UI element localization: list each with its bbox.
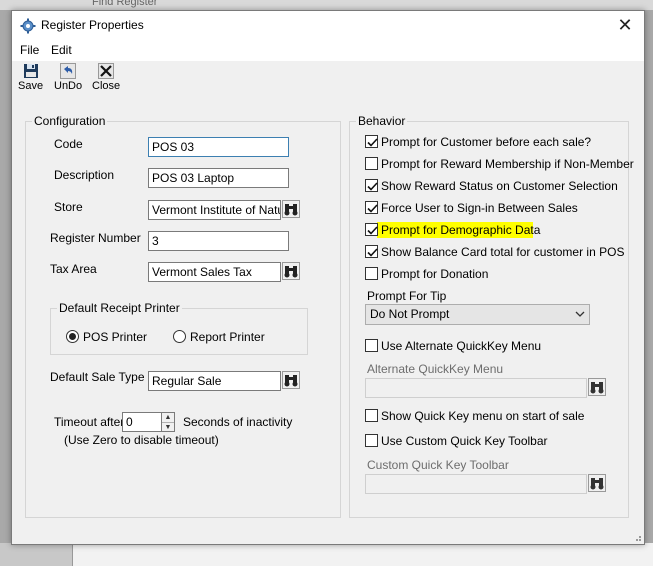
alt-quickkey-lookup-binoculars-icon[interactable] bbox=[588, 378, 606, 396]
menu-file[interactable]: File bbox=[17, 43, 42, 57]
use-alt-quickkey-checkbox[interactable] bbox=[365, 339, 378, 352]
use-alt-quickkey-label: Use Alternate QuickKey Menu bbox=[381, 339, 542, 353]
title-bar[interactable]: Register Properties ✕ bbox=[12, 11, 644, 41]
store-lookup-binoculars-icon[interactable] bbox=[282, 200, 300, 218]
undo-label: UnDo bbox=[54, 80, 83, 92]
use-custom-quickkey-label: Use Custom Quick Key Toolbar bbox=[381, 434, 548, 448]
checkmark-icon bbox=[367, 204, 378, 213]
resize-grip-icon[interactable] bbox=[632, 532, 642, 542]
background-window-title: Find Register bbox=[92, 0, 158, 8]
behavior-group-label: Behavior bbox=[356, 114, 408, 128]
behavior-checkbox-label-5: Show Balance Card total for customer in … bbox=[381, 245, 625, 259]
alt-quickkey-menu-input[interactable] bbox=[365, 378, 587, 398]
behavior-checkbox-1[interactable] bbox=[365, 157, 378, 170]
register-number-input[interactable]: 3 bbox=[148, 231, 289, 251]
store-label: Store bbox=[54, 200, 83, 214]
receipt-printer-group-label: Default Receipt Printer bbox=[57, 301, 182, 315]
behavior-checkbox-6[interactable] bbox=[365, 267, 378, 280]
close-x-icon bbox=[98, 63, 115, 79]
behavior-checkbox-label-6: Prompt for Donation bbox=[381, 267, 489, 281]
custom-quickkey-toolbar-input[interactable] bbox=[365, 474, 587, 494]
behavior-checkbox-label-3: Force User to Sign-in Between Sales bbox=[381, 201, 578, 215]
prompt-for-tip-value: Do Not Prompt bbox=[370, 307, 450, 321]
background-window-strip: Find Register bbox=[0, 0, 653, 10]
checkmark-icon bbox=[367, 182, 378, 191]
register-properties-dialog: Register Properties ✕ File Edit Save UnD… bbox=[11, 10, 645, 545]
code-input[interactable]: POS 03 bbox=[148, 137, 289, 157]
prompt-for-tip-dropdown[interactable]: Do Not Prompt bbox=[365, 304, 590, 325]
background-window-bottom bbox=[0, 543, 653, 566]
background-window-panel bbox=[72, 543, 653, 566]
use-custom-quickkey-checkbox[interactable] bbox=[365, 434, 378, 447]
timeout-spinner[interactable]: ▲ ▼ bbox=[162, 412, 175, 432]
behavior-checkbox-label-1: Prompt for Reward Membership if Non-Memb… bbox=[381, 157, 634, 171]
undo-arrow-icon bbox=[60, 63, 77, 79]
register-number-label: Register Number bbox=[50, 231, 141, 245]
report-printer-radio[interactable] bbox=[173, 330, 186, 343]
tax-area-input[interactable]: Vermont Sales Tax bbox=[148, 262, 281, 282]
behavior-checkbox-2[interactable] bbox=[365, 179, 378, 192]
checkmark-icon bbox=[367, 138, 378, 147]
store-input[interactable]: Vermont Institute of Natural bbox=[148, 200, 281, 220]
report-printer-label: Report Printer bbox=[190, 330, 265, 344]
show-quickkey-on-start-label: Show Quick Key menu on start of sale bbox=[381, 409, 585, 423]
close-label: Close bbox=[92, 80, 121, 92]
behavior-checkbox-label-4: Prompt for Demographic Data bbox=[381, 223, 541, 237]
custom-quickkey-lookup-binoculars-icon[interactable] bbox=[588, 474, 606, 492]
save-disk-icon bbox=[23, 64, 38, 78]
menu-bar: File Edit bbox=[12, 41, 644, 61]
behavior-checkbox-4[interactable] bbox=[365, 223, 378, 236]
timeout-label: Timeout after bbox=[54, 415, 125, 429]
description-input[interactable]: POS 03 Laptop bbox=[148, 168, 289, 188]
configuration-group-label: Configuration bbox=[32, 114, 108, 128]
checkmark-icon bbox=[367, 226, 378, 235]
app-gear-icon bbox=[20, 18, 36, 34]
menu-edit[interactable]: Edit bbox=[48, 43, 75, 57]
save-button[interactable]: Save bbox=[18, 63, 43, 92]
timeout-seconds-label: Seconds of inactivity bbox=[183, 415, 293, 429]
save-label: Save bbox=[18, 80, 44, 92]
undo-button[interactable]: UnDo bbox=[54, 63, 82, 92]
prompt-for-tip-label: Prompt For Tip bbox=[367, 289, 447, 303]
behavior-checkbox-5[interactable] bbox=[365, 245, 378, 258]
chevron-down-icon bbox=[575, 311, 585, 317]
window-close-button[interactable]: ✕ bbox=[612, 13, 638, 37]
timeout-hint: (Use Zero to disable timeout) bbox=[64, 433, 219, 447]
checkmark-icon bbox=[367, 248, 378, 257]
dialog-title: Register Properties bbox=[41, 18, 144, 32]
close-button[interactable]: Close bbox=[92, 63, 120, 92]
pos-printer-radio[interactable] bbox=[66, 330, 79, 343]
behavior-checkbox-label-0: Prompt for Customer before each sale? bbox=[381, 135, 592, 149]
description-label: Description bbox=[54, 168, 115, 182]
sale-type-lookup-binoculars-icon[interactable] bbox=[282, 371, 300, 389]
spin-up-arrow-icon[interactable]: ▲ bbox=[162, 413, 174, 422]
behavior-checkbox-3[interactable] bbox=[365, 201, 378, 214]
behavior-checkbox-0[interactable] bbox=[365, 135, 378, 148]
pos-printer-label: POS Printer bbox=[83, 330, 148, 344]
spin-down-arrow-icon[interactable]: ▼ bbox=[162, 422, 174, 431]
default-sale-type-label: Default Sale Type bbox=[50, 370, 145, 384]
show-quickkey-on-start-checkbox[interactable] bbox=[365, 409, 378, 422]
code-label: Code bbox=[54, 137, 83, 151]
tax-area-lookup-binoculars-icon[interactable] bbox=[282, 262, 300, 280]
alt-quickkey-menu-label: Alternate QuickKey Menu bbox=[367, 362, 504, 376]
custom-quickkey-toolbar-label: Custom Quick Key Toolbar bbox=[367, 458, 509, 472]
tax-area-label: Tax Area bbox=[50, 262, 97, 276]
timeout-input[interactable]: 0 bbox=[122, 412, 162, 432]
default-sale-type-input[interactable]: Regular Sale bbox=[148, 371, 281, 391]
behavior-checkbox-label-2: Show Reward Status on Customer Selection bbox=[381, 179, 618, 193]
toolbar: Save UnDo Close bbox=[12, 61, 644, 97]
